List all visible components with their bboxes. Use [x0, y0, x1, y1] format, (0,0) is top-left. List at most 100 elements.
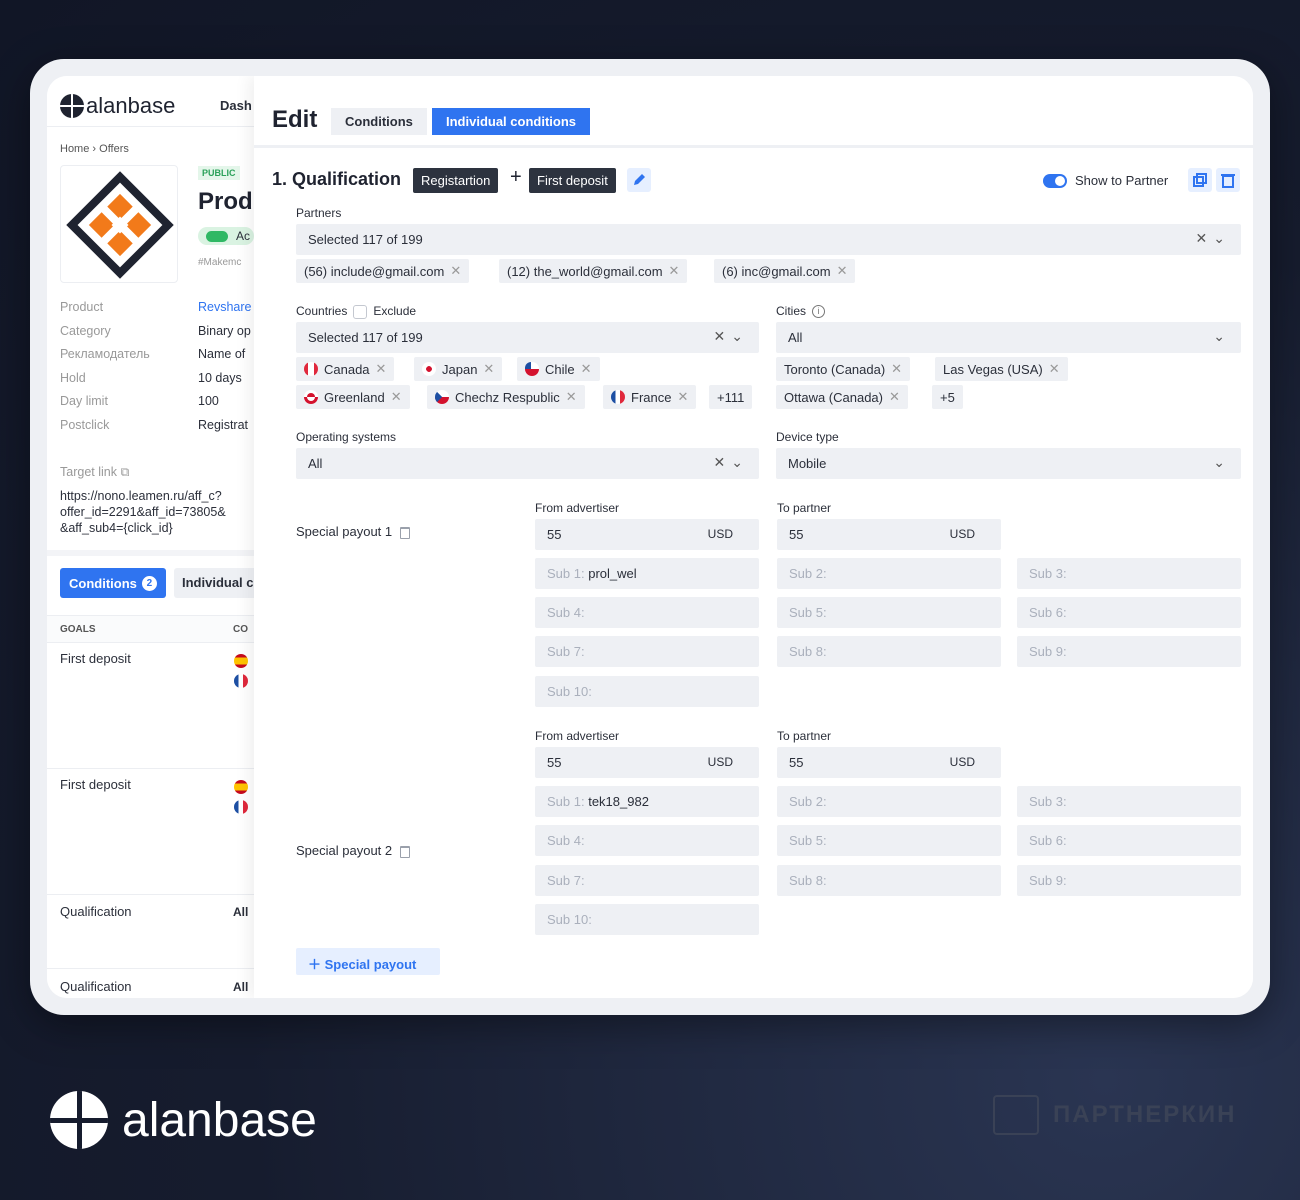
- active-toggle[interactable]: Ac: [198, 227, 254, 245]
- sub3-input[interactable]: Sub 3:: [1017, 558, 1241, 589]
- copy-icon[interactable]: [1188, 168, 1212, 192]
- city-chip[interactable]: Toronto (Canada) ✕: [776, 357, 911, 381]
- partner-chip[interactable]: (56) include@gmail.com ✕: [296, 259, 470, 283]
- target-link-label: Target link ⧉: [60, 465, 129, 480]
- chip-label: Chile: [545, 361, 575, 377]
- sub8-input[interactable]: Sub 8:: [777, 865, 1001, 896]
- sub4-input[interactable]: Sub 4:: [535, 825, 759, 856]
- close-icon[interactable]: ✕: [483, 361, 494, 377]
- chevron-down-icon[interactable]: ⌄: [1213, 328, 1231, 345]
- input-value: 55: [789, 527, 804, 542]
- goal-chip-first-deposit[interactable]: First deposit: [529, 168, 616, 193]
- city-chip[interactable]: Ottawa (Canada) ✕: [776, 385, 908, 409]
- close-icon[interactable]: ✕: [837, 263, 848, 279]
- chevron-down-icon[interactable]: ⌄: [1213, 454, 1231, 471]
- close-icon[interactable]: ✕: [391, 389, 402, 405]
- page-title: Edit: [272, 106, 318, 133]
- field-value[interactable]: Revshare: [198, 300, 252, 314]
- table-row[interactable]: Qualification: [60, 904, 132, 919]
- breadcrumb-home[interactable]: Home: [60, 143, 89, 155]
- currency: USD: [949, 755, 975, 769]
- close-icon[interactable]: ✕: [677, 389, 688, 405]
- alanbase-logo-icon: [50, 1091, 108, 1149]
- show-to-partner-toggle[interactable]: [1043, 173, 1067, 188]
- close-icon[interactable]: ✕: [1049, 361, 1060, 377]
- close-icon[interactable]: ✕: [669, 263, 680, 279]
- sub3-input[interactable]: Sub 3:: [1017, 786, 1241, 817]
- chip-label: Ottawa (Canada): [784, 389, 883, 405]
- sub8-input[interactable]: Sub 8:: [777, 636, 1001, 667]
- country-chip[interactable]: Japan ✕: [414, 357, 503, 381]
- city-chip[interactable]: Las Vegas (USA) ✕: [935, 357, 1068, 381]
- target-link-url[interactable]: https://nono.leamen.ru/aff_c? offer_id=2…: [60, 488, 226, 536]
- sub10-input[interactable]: Sub 10:: [535, 676, 759, 707]
- to-partner-input[interactable]: 55 USD: [777, 519, 1001, 550]
- sub6-input[interactable]: Sub 6:: [1017, 825, 1241, 856]
- sub2-input[interactable]: Sub 2:: [777, 558, 1001, 589]
- close-icon[interactable]: ✕: [889, 389, 900, 405]
- partners-select[interactable]: Selected 117 of 199 ✕⌄: [296, 224, 1241, 255]
- clear-and-chevron-icon[interactable]: ✕⌄: [714, 454, 749, 471]
- add-special-payout-button[interactable]: ＋ Special payout: [296, 948, 440, 975]
- sub2-input[interactable]: Sub 2:: [777, 786, 1001, 817]
- more-cities-chip[interactable]: +5: [932, 385, 963, 409]
- partner-chip[interactable]: (12) the_world@gmail.com ✕: [499, 259, 688, 283]
- copy-icon[interactable]: ⧉: [120, 465, 129, 479]
- close-icon[interactable]: ✕: [891, 361, 902, 377]
- country-chip[interactable]: Chile ✕: [517, 357, 600, 381]
- sub10-input[interactable]: Sub 10:: [535, 904, 759, 935]
- clear-and-chevron-icon[interactable]: ✕⌄: [1196, 230, 1231, 247]
- tab-conditions-left[interactable]: Conditions 2: [60, 568, 166, 598]
- app-window: alanbase Dash Home › Offers PUBLIC Prod …: [47, 76, 1253, 998]
- close-icon[interactable]: ✕: [566, 389, 577, 405]
- show-to-partner[interactable]: Show to Partner: [1043, 173, 1168, 188]
- goal-chip-registration[interactable]: Registartion: [413, 168, 499, 193]
- country-chip[interactable]: Chechz Respublic ✕: [427, 385, 585, 409]
- breadcrumb-offers[interactable]: Offers: [99, 143, 129, 155]
- sub7-input[interactable]: Sub 7:: [535, 865, 759, 896]
- trash-icon[interactable]: [400, 526, 411, 539]
- sub5-input[interactable]: Sub 5:: [777, 825, 1001, 856]
- sub7-input[interactable]: Sub 7:: [535, 636, 759, 667]
- countries-select[interactable]: Selected 117 of 199 ✕⌄: [296, 322, 759, 353]
- field-label: Hold: [60, 371, 86, 385]
- close-icon[interactable]: ✕: [450, 263, 461, 279]
- country-chip[interactable]: Greenland ✕: [296, 385, 410, 409]
- partner-chip[interactable]: (6) inc@gmail.com ✕: [714, 259, 856, 283]
- sub4-input[interactable]: Sub 4:: [535, 597, 759, 628]
- close-icon[interactable]: ✕: [376, 361, 387, 377]
- country-chip[interactable]: Canada ✕: [296, 357, 395, 381]
- tab-individual-conditions[interactable]: Individual conditions: [432, 108, 590, 135]
- tab-conditions[interactable]: Conditions: [331, 108, 427, 135]
- trash-icon[interactable]: [1216, 168, 1240, 192]
- from-advertiser-input[interactable]: 55 USD: [535, 747, 759, 778]
- from-advertiser-input[interactable]: 55 USD: [535, 519, 759, 550]
- nav-dashboard[interactable]: Dash: [220, 98, 252, 113]
- table-row[interactable]: Qualification: [60, 979, 132, 994]
- close-icon[interactable]: ✕: [581, 361, 592, 377]
- sub5-input[interactable]: Sub 5:: [777, 597, 1001, 628]
- sub6-input[interactable]: Sub 6:: [1017, 597, 1241, 628]
- cities-select[interactable]: All ⌄: [776, 322, 1241, 353]
- sub1-input[interactable]: Sub 1: tek18_982: [535, 786, 759, 817]
- sub9-input[interactable]: Sub 9:: [1017, 865, 1241, 896]
- app-logo[interactable]: alanbase: [60, 93, 175, 119]
- show-to-partner-label: Show to Partner: [1075, 173, 1169, 188]
- trash-icon[interactable]: [400, 845, 411, 858]
- table-row[interactable]: First deposit: [60, 777, 131, 792]
- exclude-checkbox[interactable]: [353, 304, 368, 319]
- sub9-input[interactable]: Sub 9:: [1017, 636, 1241, 667]
- info-icon[interactable]: i: [812, 305, 826, 319]
- device-select[interactable]: Mobile ⌄: [776, 448, 1241, 479]
- edit-pencil-icon[interactable]: [627, 168, 651, 192]
- table-row[interactable]: First deposit: [60, 651, 131, 666]
- column-header-goals: GOALS: [60, 624, 96, 635]
- country-chip[interactable]: France ✕: [603, 385, 697, 409]
- flag-france-icon: [234, 672, 248, 688]
- tab-individual-left[interactable]: Individual c: [174, 568, 264, 598]
- more-countries-chip[interactable]: +111: [709, 385, 753, 409]
- clear-and-chevron-icon[interactable]: ✕⌄: [714, 328, 749, 345]
- to-partner-input[interactable]: 55 USD: [777, 747, 1001, 778]
- sub1-input[interactable]: Sub 1: prol_wel: [535, 558, 759, 589]
- os-select[interactable]: All ✕⌄: [296, 448, 759, 479]
